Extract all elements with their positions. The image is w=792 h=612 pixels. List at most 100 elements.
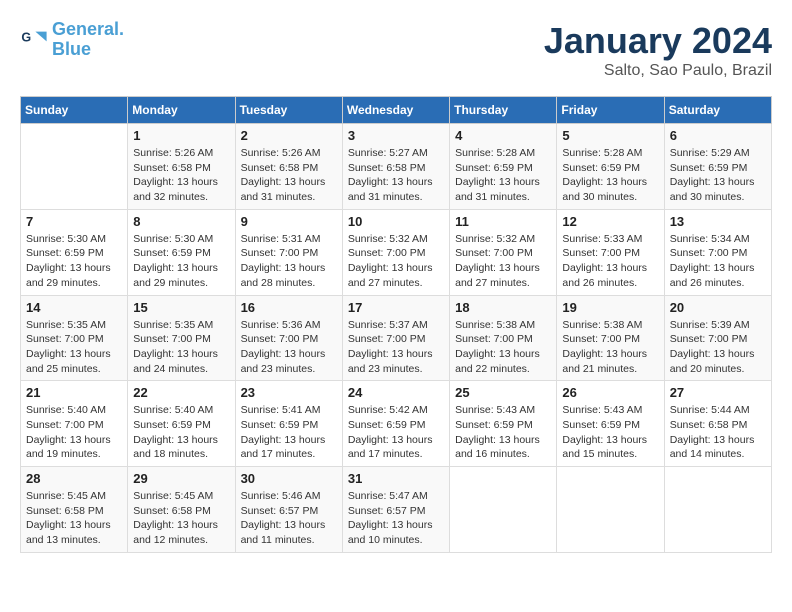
day-number: 14 <box>26 300 122 315</box>
calendar-week-row: 14 Sunrise: 5:35 AM Sunset: 7:00 PM Dayli… <box>21 295 772 381</box>
day-number: 2 <box>241 128 337 143</box>
logo-icon: G <box>20 26 48 54</box>
day-number: 30 <box>241 471 337 486</box>
month-title: January 2024 <box>544 20 772 62</box>
day-number: 1 <box>133 128 229 143</box>
weekday-header-tuesday: Tuesday <box>235 97 342 124</box>
day-info: Sunrise: 5:28 AM Sunset: 6:59 PM Dayligh… <box>455 146 551 205</box>
day-info: Sunrise: 5:35 AM Sunset: 7:00 PM Dayligh… <box>133 318 229 377</box>
day-info: Sunrise: 5:30 AM Sunset: 6:59 PM Dayligh… <box>26 232 122 291</box>
day-number: 9 <box>241 214 337 229</box>
day-number: 28 <box>26 471 122 486</box>
day-info: Sunrise: 5:40 AM Sunset: 6:59 PM Dayligh… <box>133 403 229 462</box>
day-number: 26 <box>562 385 658 400</box>
day-number: 12 <box>562 214 658 229</box>
calendar-cell: 21Sunrise: 5:40 AM Sunset: 7:00 PM Dayli… <box>21 381 128 467</box>
calendar-cell: 11 Sunrise: 5:32 AM Sunset: 7:00 PM Dayli… <box>450 209 557 295</box>
calendar-cell: 2 Sunrise: 5:26 AM Sunset: 6:58 PM Daylig… <box>235 124 342 210</box>
logo-blue: Blue <box>52 40 124 60</box>
weekday-header-row: SundayMondayTuesdayWednesdayThursdayFrid… <box>21 97 772 124</box>
day-info: Sunrise: 5:43 AM Sunset: 6:59 PM Dayligh… <box>562 403 658 462</box>
calendar-cell: 28Sunrise: 5:45 AM Sunset: 6:58 PM Dayli… <box>21 467 128 553</box>
day-info: Sunrise: 5:45 AM Sunset: 6:58 PM Dayligh… <box>133 489 229 548</box>
day-info: Sunrise: 5:32 AM Sunset: 7:00 PM Dayligh… <box>455 232 551 291</box>
calendar-cell: 3 Sunrise: 5:27 AM Sunset: 6:58 PM Daylig… <box>342 124 449 210</box>
logo-general: General <box>52 19 119 39</box>
day-info: Sunrise: 5:38 AM Sunset: 7:00 PM Dayligh… <box>562 318 658 377</box>
calendar-cell: 12Sunrise: 5:33 AM Sunset: 7:00 PM Dayli… <box>557 209 664 295</box>
calendar-cell: 25 Sunrise: 5:43 AM Sunset: 6:59 PM Dayli… <box>450 381 557 467</box>
day-info: Sunrise: 5:36 AM Sunset: 7:00 PM Dayligh… <box>241 318 337 377</box>
day-number: 29 <box>133 471 229 486</box>
day-number: 27 <box>670 385 766 400</box>
day-number: 10 <box>348 214 444 229</box>
calendar-week-row: 21Sunrise: 5:40 AM Sunset: 7:00 PM Dayli… <box>21 381 772 467</box>
day-info: Sunrise: 5:47 AM Sunset: 6:57 PM Dayligh… <box>348 489 444 548</box>
calendar-week-row: 7 Sunrise: 5:30 AM Sunset: 6:59 PM Daylig… <box>21 209 772 295</box>
weekday-header-thursday: Thursday <box>450 97 557 124</box>
calendar-cell: 18Sunrise: 5:38 AM Sunset: 7:00 PM Dayli… <box>450 295 557 381</box>
calendar-cell: 6Sunrise: 5:29 AM Sunset: 6:59 PM Daylig… <box>664 124 771 210</box>
day-info: Sunrise: 5:34 AM Sunset: 7:00 PM Dayligh… <box>670 232 766 291</box>
calendar-cell: 9Sunrise: 5:31 AM Sunset: 7:00 PM Daylig… <box>235 209 342 295</box>
day-info: Sunrise: 5:29 AM Sunset: 6:59 PM Dayligh… <box>670 146 766 205</box>
day-number: 5 <box>562 128 658 143</box>
day-info: Sunrise: 5:27 AM Sunset: 6:58 PM Dayligh… <box>348 146 444 205</box>
day-number: 7 <box>26 214 122 229</box>
day-info: Sunrise: 5:26 AM Sunset: 6:58 PM Dayligh… <box>133 146 229 205</box>
day-info: Sunrise: 5:37 AM Sunset: 7:00 PM Dayligh… <box>348 318 444 377</box>
page-header: G General. Blue January 2024 Salto, Sao … <box>20 20 772 80</box>
day-number: 3 <box>348 128 444 143</box>
calendar-week-row: 1 Sunrise: 5:26 AM Sunset: 6:58 PM Daylig… <box>21 124 772 210</box>
calendar-cell: 29 Sunrise: 5:45 AM Sunset: 6:58 PM Dayli… <box>128 467 235 553</box>
calendar-table: SundayMondayTuesdayWednesdayThursdayFrid… <box>20 96 772 553</box>
logo-text: General. Blue <box>52 20 124 60</box>
day-number: 24 <box>348 385 444 400</box>
day-info: Sunrise: 5:39 AM Sunset: 7:00 PM Dayligh… <box>670 318 766 377</box>
calendar-cell: 17Sunrise: 5:37 AM Sunset: 7:00 PM Dayli… <box>342 295 449 381</box>
calendar-cell: 5 Sunrise: 5:28 AM Sunset: 6:59 PM Daylig… <box>557 124 664 210</box>
day-number: 8 <box>133 214 229 229</box>
day-number: 19 <box>562 300 658 315</box>
day-number: 31 <box>348 471 444 486</box>
calendar-cell: 1 Sunrise: 5:26 AM Sunset: 6:58 PM Daylig… <box>128 124 235 210</box>
day-info: Sunrise: 5:26 AM Sunset: 6:58 PM Dayligh… <box>241 146 337 205</box>
day-info: Sunrise: 5:46 AM Sunset: 6:57 PM Dayligh… <box>241 489 337 548</box>
day-number: 20 <box>670 300 766 315</box>
day-number: 23 <box>241 385 337 400</box>
calendar-cell: 7 Sunrise: 5:30 AM Sunset: 6:59 PM Daylig… <box>21 209 128 295</box>
day-info: Sunrise: 5:28 AM Sunset: 6:59 PM Dayligh… <box>562 146 658 205</box>
weekday-header-sunday: Sunday <box>21 97 128 124</box>
day-info: Sunrise: 5:44 AM Sunset: 6:58 PM Dayligh… <box>670 403 766 462</box>
calendar-cell: 27 Sunrise: 5:44 AM Sunset: 6:58 PM Dayli… <box>664 381 771 467</box>
weekday-header-saturday: Saturday <box>664 97 771 124</box>
calendar-cell: 19 Sunrise: 5:38 AM Sunset: 7:00 PM Dayli… <box>557 295 664 381</box>
day-info: Sunrise: 5:40 AM Sunset: 7:00 PM Dayligh… <box>26 403 122 462</box>
calendar-cell: 24 Sunrise: 5:42 AM Sunset: 6:59 PM Dayli… <box>342 381 449 467</box>
day-info: Sunrise: 5:35 AM Sunset: 7:00 PM Dayligh… <box>26 318 122 377</box>
day-number: 11 <box>455 214 551 229</box>
weekday-header-wednesday: Wednesday <box>342 97 449 124</box>
title-block: January 2024 Salto, Sao Paulo, Brazil <box>544 20 772 80</box>
weekday-header-monday: Monday <box>128 97 235 124</box>
calendar-cell: 8 Sunrise: 5:30 AM Sunset: 6:59 PM Daylig… <box>128 209 235 295</box>
calendar-cell: 14 Sunrise: 5:35 AM Sunset: 7:00 PM Dayli… <box>21 295 128 381</box>
day-number: 13 <box>670 214 766 229</box>
calendar-cell: 30 Sunrise: 5:46 AM Sunset: 6:57 PM Dayli… <box>235 467 342 553</box>
day-info: Sunrise: 5:43 AM Sunset: 6:59 PM Dayligh… <box>455 403 551 462</box>
calendar-cell: 13 Sunrise: 5:34 AM Sunset: 7:00 PM Dayli… <box>664 209 771 295</box>
calendar-cell <box>664 467 771 553</box>
day-info: Sunrise: 5:32 AM Sunset: 7:00 PM Dayligh… <box>348 232 444 291</box>
day-number: 22 <box>133 385 229 400</box>
day-number: 18 <box>455 300 551 315</box>
calendar-cell: 22 Sunrise: 5:40 AM Sunset: 6:59 PM Dayli… <box>128 381 235 467</box>
calendar-cell: 23Sunrise: 5:41 AM Sunset: 6:59 PM Dayli… <box>235 381 342 467</box>
logo-blue-dot: . <box>119 19 124 39</box>
day-info: Sunrise: 5:30 AM Sunset: 6:59 PM Dayligh… <box>133 232 229 291</box>
location-subtitle: Salto, Sao Paulo, Brazil <box>544 62 772 80</box>
calendar-cell: 10 Sunrise: 5:32 AM Sunset: 7:00 PM Dayli… <box>342 209 449 295</box>
day-number: 25 <box>455 385 551 400</box>
logo: G General. Blue <box>20 20 124 60</box>
calendar-cell: 20 Sunrise: 5:39 AM Sunset: 7:00 PM Dayli… <box>664 295 771 381</box>
day-info: Sunrise: 5:42 AM Sunset: 6:59 PM Dayligh… <box>348 403 444 462</box>
